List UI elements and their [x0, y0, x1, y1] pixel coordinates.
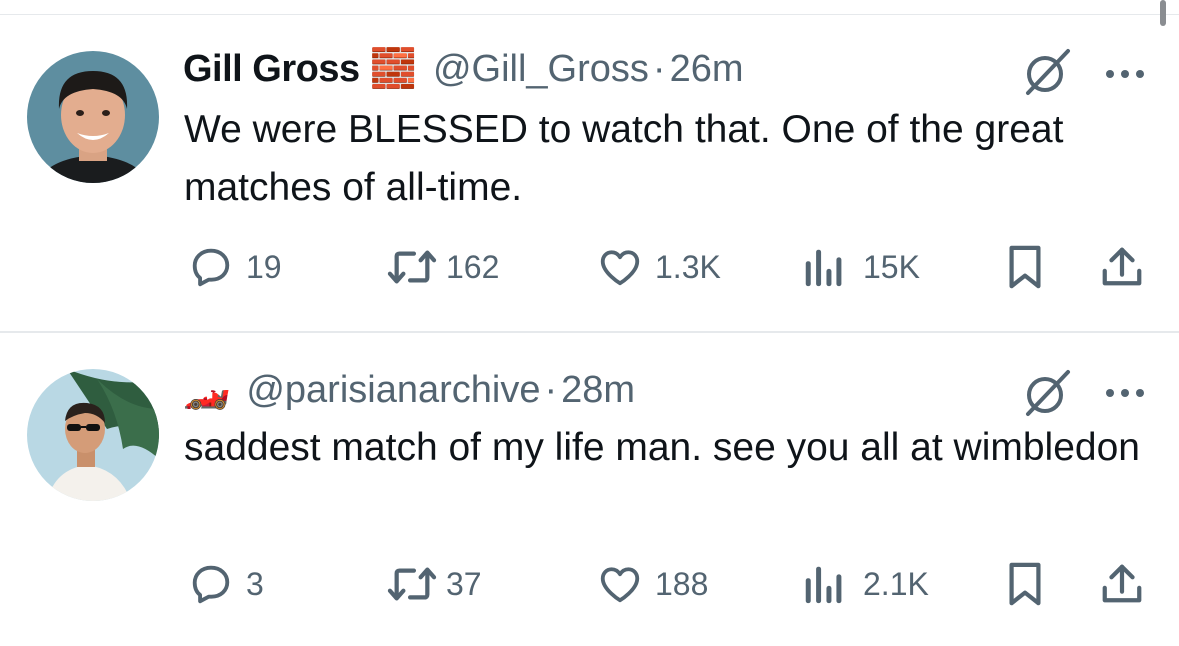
race-car-emoji[interactable]: 🏎️: [183, 368, 230, 412]
repost-count: 37: [446, 565, 482, 602]
avatar[interactable]: [27, 369, 159, 501]
tweet-actions: 19 162 1.3K 15K: [0, 242, 1179, 292]
views-count: 2.1K: [863, 565, 929, 602]
repost-icon: [384, 244, 440, 290]
reply-count: 3: [246, 565, 264, 602]
tweet-divider: [0, 331, 1179, 333]
like-count: 188: [655, 565, 709, 602]
views-button[interactable]: 2.1K: [803, 559, 929, 609]
separator-dot: ·: [652, 47, 666, 90]
heart-icon: [597, 244, 643, 290]
reply-icon: [188, 244, 234, 290]
bookmark-button[interactable]: [1005, 559, 1045, 609]
separator-dot: ·: [544, 368, 558, 411]
tweet[interactable]: 🏎️ @parisianarchive · 28m saddest match …: [0, 334, 1179, 646]
repost-icon: [384, 561, 440, 607]
more-icon[interactable]: [1104, 386, 1146, 398]
tweet-text: saddest match of my life man. see you al…: [184, 426, 1140, 469]
share-button[interactable]: [1100, 559, 1144, 609]
tweet-header: 🏎️ @parisianarchive · 28m: [183, 364, 635, 416]
tweet-text: We were BLESSED to watch that. One of th…: [184, 108, 1064, 209]
user-handle[interactable]: @parisianarchive: [246, 369, 540, 412]
bookmark-button[interactable]: [1005, 242, 1045, 292]
heart-icon: [597, 561, 643, 607]
tweet[interactable]: Gill Gross 🧱 @Gill_Gross · 26m We were B…: [0, 15, 1179, 333]
user-handle[interactable]: @Gill_Gross: [433, 48, 649, 91]
reply-button[interactable]: 19: [188, 242, 282, 292]
avatar[interactable]: [27, 51, 159, 183]
reply-icon: [188, 561, 234, 607]
grok-icon[interactable]: [1020, 366, 1074, 420]
brick-emoji: 🧱: [369, 48, 417, 90]
reply-count: 19: [246, 248, 282, 285]
display-name[interactable]: Gill Gross: [183, 48, 360, 91]
repost-button[interactable]: 37: [384, 559, 482, 609]
tweet-actions: 3 37 188 2.1K: [0, 559, 1179, 609]
tweet-header: Gill Gross 🧱 @Gill_Gross · 26m: [183, 43, 743, 95]
views-icon: [803, 561, 843, 607]
timestamp[interactable]: 26m: [670, 48, 744, 91]
reply-button[interactable]: 3: [188, 559, 264, 609]
repost-button[interactable]: 162: [384, 242, 499, 292]
timestamp[interactable]: 28m: [561, 369, 635, 412]
like-button[interactable]: 1.3K: [597, 242, 721, 292]
views-button[interactable]: 15K: [803, 242, 920, 292]
share-button[interactable]: [1100, 242, 1144, 292]
views-count: 15K: [863, 248, 920, 285]
like-count: 1.3K: [655, 248, 721, 285]
more-icon[interactable]: [1104, 67, 1146, 79]
views-icon: [803, 244, 843, 290]
repost-count: 162: [446, 248, 500, 285]
share-icon: [1100, 561, 1144, 607]
bookmark-icon: [1005, 244, 1045, 290]
share-icon: [1100, 244, 1144, 290]
grok-icon[interactable]: [1020, 45, 1074, 99]
bookmark-icon: [1005, 561, 1045, 607]
like-button[interactable]: 188: [597, 559, 708, 609]
